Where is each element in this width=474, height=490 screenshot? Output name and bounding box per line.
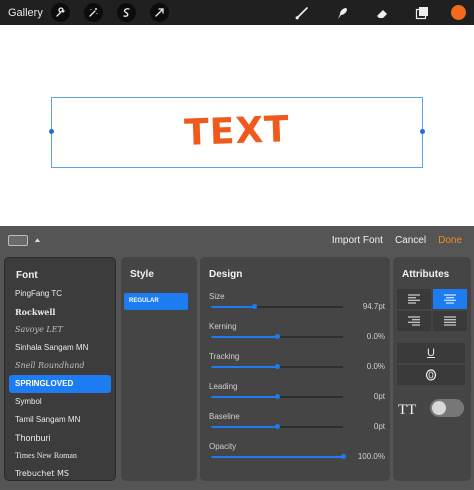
slider-thumb[interactable] [340, 454, 346, 459]
slider-fill [211, 456, 343, 458]
slider-value: 94.7pt [362, 302, 385, 311]
slider-thumb[interactable] [252, 304, 258, 309]
font-item[interactable]: Tamil Sangam MN [9, 411, 111, 429]
slider-opacity[interactable]: Opacity 100.0% [209, 442, 385, 461]
slider-value: 0.0% [366, 332, 385, 341]
slider-fill [211, 426, 277, 428]
attributes-column: Attributes U TT [393, 257, 471, 481]
slider-value: 100.0% [357, 452, 385, 461]
slider-kerning[interactable]: Kerning 0.0% [209, 322, 385, 341]
style-column: Style REGULAR [121, 257, 197, 481]
gallery-button[interactable]: Gallery [8, 7, 43, 19]
all-caps-label: TT [398, 402, 417, 418]
slider-thumb[interactable] [274, 334, 280, 339]
font-item[interactable]: Trebuchet MS [9, 465, 111, 483]
slider-tracking[interactable]: Tracking 0.0% [209, 352, 385, 371]
magic-wand-icon[interactable] [83, 3, 103, 22]
color-swatch[interactable] [451, 5, 466, 20]
slider-track[interactable] [211, 454, 346, 459]
smudge-icon[interactable] [333, 4, 351, 22]
font-list[interactable]: PingFang TC Rockwell Savoye LET Sinhala San… [9, 285, 111, 483]
slider-value: 0pt [373, 422, 385, 431]
all-caps-toggle[interactable] [430, 399, 464, 417]
slider-track[interactable] [211, 364, 343, 369]
wrench-icon[interactable] [50, 3, 70, 22]
slider-track[interactable] [211, 424, 343, 429]
align-left-icon[interactable] [397, 289, 431, 309]
slider-label: Baseline [209, 412, 240, 421]
toolbar-right-tools [271, 0, 466, 25]
toggle-knob [432, 401, 446, 415]
font-title: Font [16, 270, 38, 281]
font-item[interactable]: Savoye LET [9, 321, 111, 339]
slider-value: 0.0% [366, 362, 385, 371]
slider-label: Leading [209, 382, 238, 391]
layers-icon[interactable] [413, 4, 431, 22]
panel-header: ▲ Import Font Cancel Done [0, 226, 474, 254]
slider-value: 0pt [373, 392, 385, 401]
slider-track[interactable] [211, 394, 343, 399]
font-column: Font PingFang TC Rockwell Savoye LET Sinhal… [4, 257, 116, 481]
drawing-canvas[interactable]: TEXT [0, 25, 474, 226]
design-title: Design [209, 269, 243, 280]
slider-fill [211, 366, 277, 368]
done-button[interactable]: Done [438, 235, 462, 246]
slider-label: Tracking [209, 352, 240, 361]
align-justify-icon[interactable] [433, 311, 467, 331]
slider-thumb[interactable] [274, 394, 280, 399]
font-item[interactable]: Sinhala Sangam MN [9, 339, 111, 357]
slider-thumb[interactable] [274, 424, 280, 429]
slider-track[interactable] [211, 304, 343, 309]
font-item-selected[interactable]: SPRINGLOVED [9, 375, 111, 393]
chevron-up-icon[interactable]: ▲ [33, 237, 42, 244]
slider-baseline[interactable]: Baseline 0pt [209, 412, 385, 431]
font-item[interactable]: Rockwell [9, 303, 111, 321]
slider-fill [211, 306, 255, 308]
cancel-button[interactable]: Cancel [395, 235, 426, 246]
selection-s-icon[interactable] [116, 3, 136, 22]
font-item[interactable]: Times New Roman [9, 447, 111, 465]
font-item[interactable]: Thonburi [9, 429, 111, 447]
design-column: Design Size 94.7pt Kerning 0.0% Tracking 0.0%… [200, 257, 390, 481]
slider-label: Kerning [209, 322, 237, 331]
slider-fill [211, 396, 277, 398]
outline-button[interactable] [397, 365, 465, 385]
style-title: Style [130, 269, 154, 280]
brush-icon[interactable] [293, 4, 311, 22]
panel-actions: Import Font Cancel Done [320, 226, 462, 254]
slider-fill [211, 336, 277, 338]
font-item[interactable]: PingFang TC [9, 285, 111, 303]
import-font-button[interactable]: Import Font [332, 235, 383, 246]
slider-track[interactable] [211, 334, 343, 339]
underline-button[interactable]: U [397, 343, 465, 363]
canvas-text[interactable]: TEXT [51, 105, 422, 159]
align-center-icon[interactable] [433, 289, 467, 309]
eraser-icon[interactable] [373, 4, 391, 22]
text-selection-box[interactable]: TEXT [49, 97, 425, 168]
font-item[interactable]: Snell Roundhand [9, 357, 111, 375]
slider-size[interactable]: Size 94.7pt [209, 292, 385, 311]
align-right-icon[interactable] [397, 311, 431, 331]
style-item-selected[interactable]: REGULAR [124, 293, 188, 310]
slider-thumb[interactable] [274, 364, 280, 369]
keyboard-icon[interactable] [8, 234, 28, 246]
slider-label: Size [209, 292, 225, 301]
transform-arrow-icon[interactable] [149, 3, 169, 22]
attributes-title: Attributes [402, 269, 450, 280]
font-item[interactable]: Symbol [9, 393, 111, 411]
slider-leading[interactable]: Leading 0pt [209, 382, 385, 401]
top-toolbar: Gallery [0, 0, 474, 25]
slider-label: Opacity [209, 442, 237, 451]
text-edit-panel: ▲ Import Font Cancel Done Font PingFang … [0, 226, 474, 490]
